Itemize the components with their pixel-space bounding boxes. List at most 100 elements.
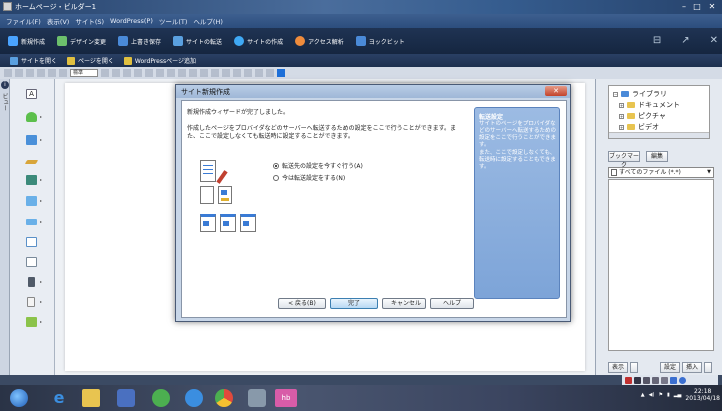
device-tool-dropdown-icon[interactable]: ▸ [40, 279, 42, 284]
speaker-icon[interactable]: ◀) [649, 392, 655, 398]
view-dropdown-button[interactable] [630, 362, 638, 373]
table-tool[interactable] [24, 235, 40, 249]
link-icon[interactable] [59, 69, 67, 77]
table-icon[interactable] [244, 69, 252, 77]
font-size-icon[interactable] [211, 69, 219, 77]
media-tool[interactable]: ▸ [24, 173, 42, 187]
align-right-icon[interactable] [123, 69, 131, 77]
settings-button[interactable]: 設定 [660, 362, 680, 373]
view-button[interactable]: 表示 [608, 362, 628, 373]
file-filter-select[interactable]: すべてのファイル (*.*) ▼ [608, 167, 714, 178]
symbol-icon[interactable] [233, 69, 241, 77]
back-button[interactable]: < 戻る(B) [278, 298, 326, 309]
expand-icon[interactable]: + [619, 102, 624, 108]
tools-icon[interactable] [248, 389, 266, 407]
redo-icon[interactable] [48, 69, 56, 77]
menu-tools[interactable]: ツール(T) [159, 16, 188, 26]
radio-setup-later[interactable] [273, 174, 279, 181]
image-tool-dropdown-icon[interactable]: ▸ [40, 137, 42, 142]
game-icon[interactable] [152, 389, 170, 407]
image-insert-icon[interactable] [255, 69, 263, 77]
insert-button[interactable]: 挿入 [682, 362, 702, 373]
start-button[interactable] [10, 389, 28, 407]
help-button[interactable]: ヘルプ [430, 298, 474, 309]
help-icon[interactable] [679, 376, 686, 384]
ie-icon[interactable]: e [50, 389, 68, 407]
menu-wordpress[interactable]: WordPress(P) [110, 17, 153, 25]
file-list[interactable] [608, 179, 714, 351]
ime-mode-icon[interactable] [634, 376, 641, 384]
menu-view[interactable]: 表示(V) [47, 16, 70, 26]
list-icon[interactable] [156, 69, 164, 77]
image-tool[interactable]: ▸ [24, 133, 42, 147]
parts-tool[interactable]: ▸ [24, 315, 42, 329]
layout-tool[interactable]: ▸ [24, 194, 42, 208]
form-tool[interactable]: ▸ [24, 215, 42, 229]
align-center-icon[interactable] [112, 69, 120, 77]
chrome-icon[interactable] [215, 389, 233, 407]
expand-icon[interactable]: + [619, 124, 624, 130]
homepage-builder-icon[interactable]: hb [275, 389, 297, 407]
undo-icon[interactable] [37, 69, 45, 77]
parts-tool-dropdown-icon[interactable]: ▸ [40, 319, 42, 324]
flag-icon[interactable]: ⚑ [658, 392, 662, 398]
finish-button[interactable]: 完了 [330, 298, 378, 309]
ime-pad-icon[interactable] [652, 376, 659, 384]
clock[interactable]: 22:18 2013/04/18 [685, 388, 720, 402]
style-select[interactable]: 標準 [70, 69, 98, 77]
tree-item-library[interactable]: − ライブラリ [613, 89, 667, 99]
open-site-button[interactable]: サイトを開く [10, 56, 57, 65]
edit-button[interactable]: 編集 [646, 151, 668, 162]
media-icon[interactable] [117, 389, 135, 407]
color-swatch-icon[interactable] [277, 69, 285, 77]
explorer-icon[interactable] [82, 389, 100, 407]
info-icon[interactable]: i [1, 81, 9, 89]
pen-tool[interactable] [24, 154, 40, 168]
design-change-button[interactable]: デザイン変更 [57, 36, 106, 46]
cancel-button[interactable]: キャンセル [382, 298, 426, 309]
network-icon[interactable] [185, 389, 203, 407]
option-setup-later[interactable]: 今は転送設定をする(N) [273, 173, 363, 182]
indent-icon[interactable] [134, 69, 142, 77]
save-button[interactable]: 上書き保存 [118, 36, 161, 46]
outdent-icon[interactable] [145, 69, 153, 77]
ime-dict-icon[interactable] [661, 376, 668, 384]
access-analysis-button[interactable]: アクセス解析 [295, 36, 344, 46]
maximize-button[interactable]: □ [691, 1, 703, 12]
ime-tool-icon[interactable] [670, 376, 677, 384]
italic-icon[interactable] [178, 69, 186, 77]
tray-arrow-icon[interactable]: ▲ [641, 392, 645, 398]
page-tool[interactable]: ▸ [24, 295, 42, 309]
device-tool[interactable]: ▸ [24, 275, 42, 289]
ime-icon[interactable] [625, 376, 632, 384]
yokubit-button[interactable]: ヨックビット [355, 36, 405, 46]
bookmark-button[interactable]: ブックマーク [608, 151, 640, 169]
close-button[interactable]: ✕ [704, 1, 720, 12]
copy-icon[interactable] [15, 69, 23, 77]
signal-icon[interactable]: ▂▄ [674, 392, 682, 398]
collapse-icon[interactable]: − [613, 91, 618, 97]
font-color-icon[interactable] [200, 69, 208, 77]
highlight-icon[interactable] [222, 69, 230, 77]
align-left-icon[interactable] [101, 69, 109, 77]
person-tool[interactable]: ▸ [24, 110, 42, 124]
dialog-close-button[interactable]: ✕ [545, 86, 567, 96]
network-tray-icon[interactable]: ▮ [667, 392, 670, 398]
menu-site[interactable]: サイト(S) [75, 16, 104, 26]
site-transfer-button[interactable]: サイトの転送 [173, 36, 222, 46]
preview-icon[interactable] [266, 69, 274, 77]
cut-icon[interactable] [4, 69, 12, 77]
radio-setup-now[interactable] [273, 162, 279, 169]
panel-icon[interactable]: ⊟ [653, 35, 661, 46]
site-create-button[interactable]: サイトの作成 [234, 36, 283, 46]
pin-icon[interactable]: ↗ [681, 35, 689, 46]
open-page-button[interactable]: ページを開く [67, 56, 114, 65]
option-setup-now[interactable]: 転送先の設定を今すぐ行う(A) [273, 161, 363, 170]
menu-file[interactable]: ファイル(F) [6, 16, 41, 26]
ime-kana-icon[interactable] [643, 376, 650, 384]
bold-icon[interactable] [167, 69, 175, 77]
tree-item-videos[interactable]: + ビデオ [619, 122, 659, 132]
close-icon[interactable]: ✕ [710, 35, 718, 46]
tree-item-documents[interactable]: + ドキュメント [619, 100, 680, 110]
layout-tool-dropdown-icon[interactable]: ▸ [40, 198, 42, 203]
